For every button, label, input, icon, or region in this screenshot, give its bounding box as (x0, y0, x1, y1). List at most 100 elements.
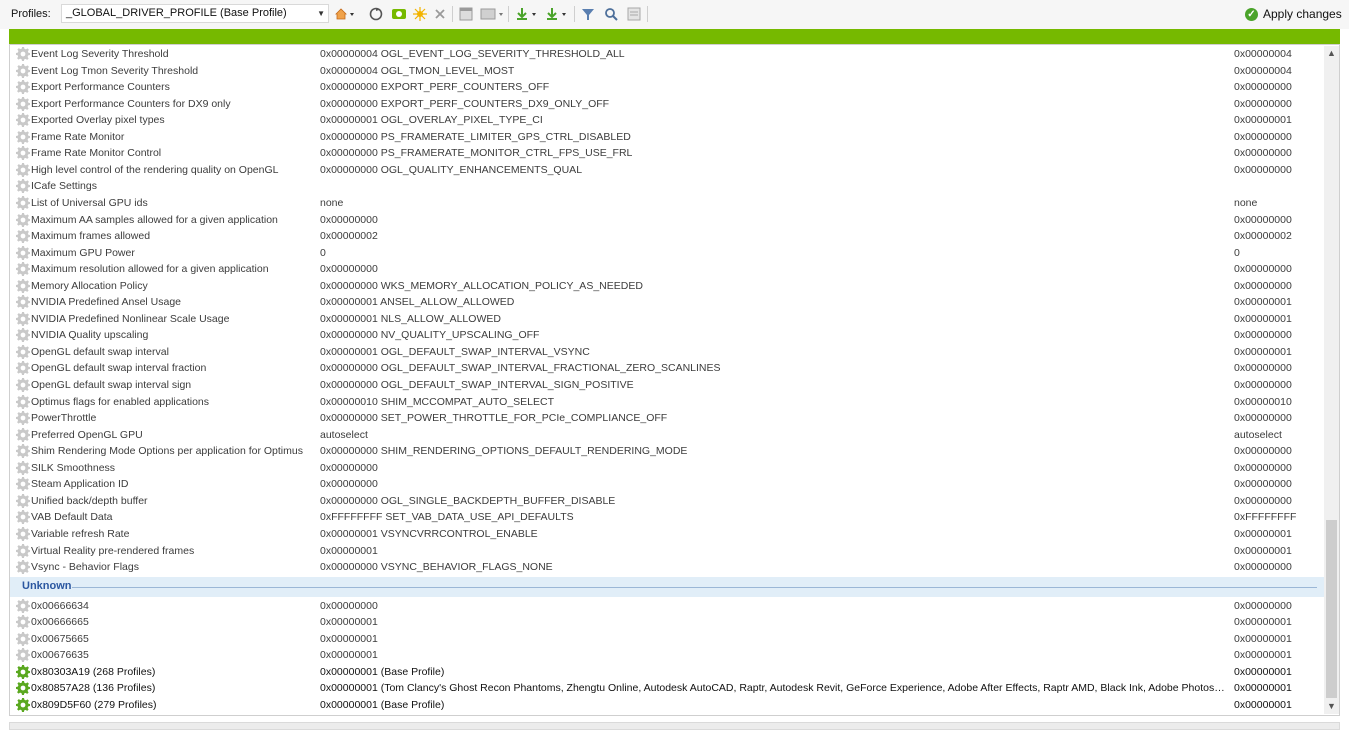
group-header-unknown[interactable]: Unknown (10, 576, 1325, 597)
setting-row[interactable]: 0x80303A19 (268 Profiles) 0x00000001 (Bas… (10, 664, 1325, 680)
setting-row[interactable]: Shim Rendering Mode Options per applicat… (10, 443, 1325, 459)
setting-row[interactable]: Maximum frames allowed 0x00000002 0x000000… (10, 228, 1325, 244)
setting-row[interactable]: 0x00675665 0x00000001 0x00000001 (10, 631, 1325, 647)
setting-value[interactable]: 0xFFFFFFFF SET_VAB_DATA_USE_API_DEFAULTS (320, 509, 1225, 525)
setting-row[interactable]: Unified back/depth buffer 0x00000000 OGL_… (10, 493, 1325, 509)
setting-value[interactable]: 0x00000000 NV_QUALITY_UPSCALING_OFF (320, 327, 1225, 343)
scrollbar-thumb[interactable] (1326, 520, 1337, 698)
nvidia-button[interactable] (390, 5, 408, 23)
setting-value[interactable]: 0x00000010 SHIM_MCCOMPAT_AUTO_SELECT (320, 394, 1225, 410)
setting-row[interactable]: ICafe Settings (10, 178, 1325, 194)
setting-value[interactable]: 0x00000000 SHIM_RENDERING_OPTIONS_DEFAUL… (320, 443, 1225, 459)
setting-value[interactable]: 0x00000000 VSYNC_BEHAVIOR_FLAGS_NONE (320, 559, 1225, 575)
setting-value[interactable]: 0x00000001 OGL_DEFAULT_SWAP_INTERVAL_VSY… (320, 344, 1225, 360)
profile-select[interactable]: _GLOBAL_DRIVER_PROFILE (Base Profile) ▼ (61, 4, 329, 23)
setting-value[interactable]: 0x00000000 (320, 598, 1225, 614)
setting-row[interactable]: 0x00666665 0x00000001 0x00000001 (10, 614, 1325, 630)
setting-value[interactable]: 0x00000000 (320, 476, 1225, 492)
setting-row[interactable]: Variable refresh Rate 0x00000001 VSYNCVRR… (10, 526, 1325, 542)
setting-row[interactable]: Export Performance Counters 0x00000000 EX… (10, 79, 1325, 95)
setting-value[interactable]: 0x00000001 (Base Profile) (320, 664, 1225, 680)
setting-value[interactable]: 0x00000001 ANSEL_ALLOW_ALLOWED (320, 294, 1225, 310)
setting-row[interactable]: Virtual Reality pre-rendered frames 0x000… (10, 543, 1325, 559)
setting-row[interactable]: Vsync - Behavior Flags 0x00000000 VSYNC_B… (10, 559, 1325, 575)
setting-row[interactable]: Frame Rate Monitor 0x00000000 PS_FRAMERAT… (10, 129, 1325, 145)
setting-row[interactable]: VAB Default Data 0xFFFFFFFF SET_VAB_DATA_… (10, 509, 1325, 525)
setting-name: Maximum AA samples allowed for a given a… (31, 213, 278, 226)
setting-value[interactable]: 0x00000004 OGL_TMON_LEVEL_MOST (320, 63, 1225, 79)
setting-value[interactable]: 0x00000000 (320, 460, 1225, 476)
scan-games-button[interactable] (367, 5, 385, 23)
setting-row[interactable]: OpenGL default swap interval 0x00000001 O… (10, 344, 1325, 360)
setting-value[interactable]: 0x00000001 OGL_OVERLAY_PIXEL_TYPE_CI (320, 112, 1225, 128)
new-profile-button[interactable] (412, 5, 428, 23)
scroll-up-icon[interactable]: ▲ (1324, 46, 1339, 61)
filter-button[interactable] (579, 5, 597, 23)
setting-value[interactable]: 0x00000001 (320, 614, 1225, 630)
setting-value[interactable]: 0x00000000 (320, 261, 1225, 277)
setting-row[interactable]: NVIDIA Predefined Ansel Usage 0x00000001 … (10, 294, 1325, 310)
setting-row[interactable]: 0x809D5F60 (279 Profiles) 0x00000001 (Bas… (10, 697, 1325, 713)
setting-row[interactable]: NVIDIA Predefined Nonlinear Scale Usage 0… (10, 311, 1325, 327)
setting-value[interactable]: 0x00000000 PS_FRAMERATE_LIMITER_GPS_CTRL… (320, 129, 1225, 145)
setting-value[interactable]: 0 (320, 245, 1225, 261)
setting-value[interactable]: 0x00000001 VSYNCVRRCONTROL_ENABLE (320, 526, 1225, 542)
setting-row[interactable]: 0x80857A28 (136 Profiles) 0x00000001 (Tom… (10, 680, 1325, 696)
setting-value[interactable]: 0x00000000 OGL_SINGLE_BACKDEPTH_BUFFER_D… (320, 493, 1225, 509)
setting-value[interactable]: 0x00000001 (320, 543, 1225, 559)
setting-value[interactable]: autoselect (320, 427, 1225, 443)
setting-row[interactable]: Maximum resolution allowed for a given a… (10, 261, 1325, 277)
chevron-down-icon[interactable]: ▼ (317, 5, 325, 22)
setting-row[interactable]: List of Universal GPU ids none none (10, 195, 1325, 211)
vertical-scrollbar[interactable]: ▲ ▼ (1324, 46, 1339, 714)
setting-row[interactable]: Preferred OpenGL GPU autoselect autoselect (10, 427, 1325, 443)
settings-grid[interactable]: Event Log Severity Threshold 0x00000004 O… (9, 44, 1340, 716)
setting-value[interactable]: 0x00000000 OGL_DEFAULT_SWAP_INTERVAL_FRA… (320, 360, 1225, 376)
setting-value[interactable]: 0x00000002 (320, 228, 1225, 244)
search-button[interactable] (602, 5, 620, 23)
setting-value[interactable]: 0x00000000 OGL_QUALITY_ENHANCEMENTS_QUAL (320, 162, 1225, 178)
setting-value[interactable]: none (320, 195, 1225, 211)
setting-row[interactable]: NVIDIA Quality upscaling 0x00000000 NV_QU… (10, 327, 1325, 343)
setting-row[interactable]: Maximum GPU Power 0 0 (10, 245, 1325, 261)
download-button[interactable] (543, 5, 571, 23)
setting-value[interactable]: 0x00000000 EXPORT_PERF_COUNTERS_DX9_ONLY… (320, 96, 1225, 112)
scroll-down-icon[interactable]: ▼ (1324, 699, 1339, 714)
home-profile-button[interactable] (333, 5, 357, 23)
setting-row[interactable]: 0x00676635 0x00000001 0x00000001 (10, 647, 1325, 663)
export-button[interactable] (478, 5, 506, 23)
setting-value[interactable]: 0x00000004 OGL_EVENT_LOG_SEVERITY_THRESH… (320, 46, 1225, 62)
setting-value[interactable]: 0x00000001 (320, 647, 1225, 663)
setting-row[interactable]: SILK Smoothness 0x00000000 0x00000000 (10, 460, 1325, 476)
setting-name: OpenGL default swap interval sign (31, 379, 192, 391)
setting-row[interactable]: PowerThrottle 0x00000000 SET_POWER_THROTT… (10, 410, 1325, 426)
setting-row[interactable]: Steam Application ID 0x00000000 0x00000000 (10, 476, 1325, 492)
setting-value[interactable]: 0x00000000 (320, 212, 1225, 228)
setting-value[interactable]: 0x00000000 EXPORT_PERF_COUNTERS_OFF (320, 79, 1225, 95)
apply-changes-button[interactable]: ✓ Apply changes (1245, 5, 1342, 23)
setting-row[interactable]: Exported Overlay pixel types 0x00000001 O… (10, 112, 1325, 128)
setting-row[interactable]: Event Log Tmon Severity Threshold 0x00000… (10, 63, 1325, 79)
setting-row[interactable]: OpenGL default swap interval sign 0x00000… (10, 377, 1325, 393)
setting-row[interactable]: 0x00666634 0x00000000 0x00000000 (10, 598, 1325, 614)
setting-row[interactable]: Frame Rate Monitor Control 0x00000000 PS_… (10, 145, 1325, 161)
settings-button[interactable] (625, 5, 643, 23)
setting-row[interactable]: Maximum AA samples allowed for a given a… (10, 212, 1325, 228)
setting-value[interactable]: 0x00000000 OGL_DEFAULT_SWAP_INTERVAL_SIG… (320, 377, 1225, 393)
add-application-button[interactable] (457, 5, 475, 23)
setting-value[interactable]: 0x00000001 (320, 631, 1225, 647)
setting-row[interactable]: High level control of the rendering qual… (10, 162, 1325, 178)
delete-profile-button[interactable] (432, 5, 448, 23)
setting-value[interactable]: 0x00000001 (Base Profile) (320, 697, 1225, 713)
setting-row[interactable]: OpenGL default swap interval fraction 0x0… (10, 360, 1325, 376)
setting-row[interactable]: Export Performance Counters for DX9 only… (10, 96, 1325, 112)
setting-row[interactable]: Memory Allocation Policy 0x00000000 WKS_M… (10, 278, 1325, 294)
setting-row[interactable]: Optimus flags for enabled applications 0x… (10, 394, 1325, 410)
import-button[interactable] (513, 5, 541, 23)
setting-row[interactable]: Event Log Severity Threshold 0x00000004 O… (10, 46, 1325, 62)
setting-value[interactable]: 0x00000000 PS_FRAMERATE_MONITOR_CTRL_FPS… (320, 145, 1225, 161)
setting-value[interactable]: 0x00000001 NLS_ALLOW_ALLOWED (320, 311, 1225, 327)
setting-value[interactable]: 0x00000001 (Tom Clancy's Ghost Recon Pha… (320, 680, 1225, 696)
setting-value[interactable]: 0x00000000 WKS_MEMORY_ALLOCATION_POLICY_… (320, 278, 1225, 294)
setting-value[interactable]: 0x00000000 SET_POWER_THROTTLE_FOR_PCIe_C… (320, 410, 1225, 426)
